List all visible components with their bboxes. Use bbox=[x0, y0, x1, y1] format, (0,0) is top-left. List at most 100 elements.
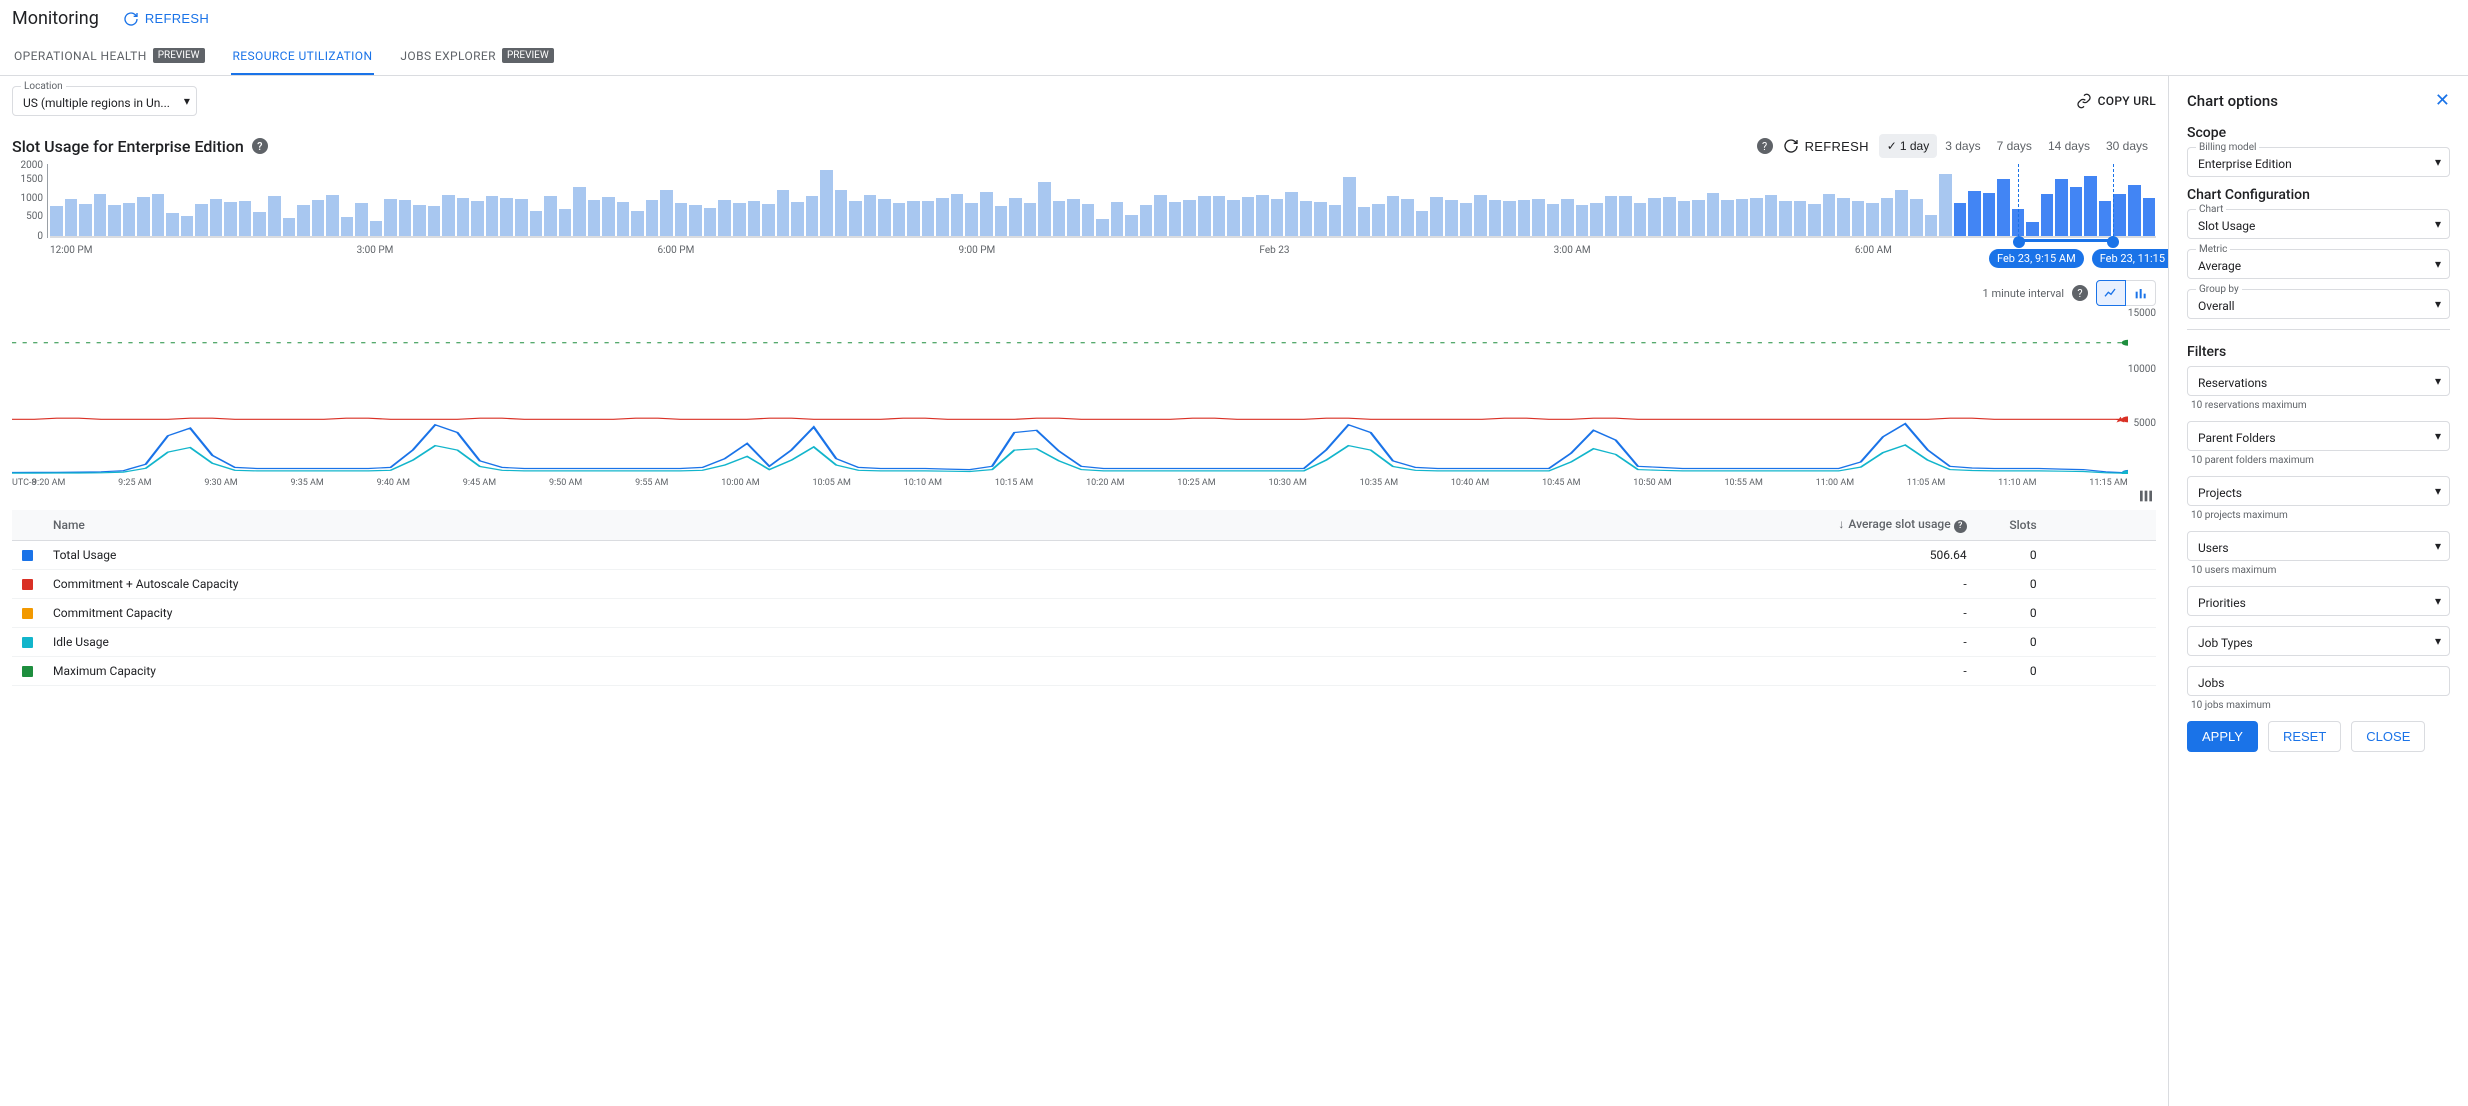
table-row[interactable]: Total Usage 506.64 0 bbox=[12, 540, 2156, 569]
overview-bar bbox=[1082, 204, 1095, 236]
overview-bar bbox=[1794, 201, 1807, 236]
col-avg[interactable]: ↓Average slot usage ? bbox=[1166, 510, 1976, 540]
overview-bar bbox=[239, 201, 252, 236]
overview-bar bbox=[79, 204, 92, 236]
billing-model-select[interactable]: Billing model Enterprise Edition ▾ bbox=[2187, 147, 2450, 177]
time-brush[interactable]: Feb 23, 9:15 AM Feb 23, 11:15 AM bbox=[2018, 164, 2114, 242]
overview-bar bbox=[253, 212, 266, 236]
overview-bar bbox=[428, 206, 441, 236]
parent-folders-filter[interactable]: Parent Folders▾ bbox=[2187, 421, 2450, 451]
chart-refresh-button[interactable]: REFRESH bbox=[1783, 138, 1869, 154]
overview-bar bbox=[181, 216, 194, 236]
priorities-filter[interactable]: Priorities▾ bbox=[2187, 586, 2450, 616]
line-chart-toggle[interactable] bbox=[2096, 280, 2126, 306]
overview-bar bbox=[1430, 197, 1443, 236]
overview-bar bbox=[326, 195, 339, 236]
overview-bar bbox=[1925, 215, 1938, 236]
overview-bar bbox=[1721, 200, 1734, 236]
metric-select[interactable]: Metric Average ▾ bbox=[2187, 249, 2450, 279]
overview-bar bbox=[1619, 196, 1632, 236]
table-row[interactable]: Commitment + Autoscale Capacity - 0 bbox=[12, 569, 2156, 598]
help-icon[interactable]: ? bbox=[1757, 138, 1773, 154]
help-icon[interactable]: ? bbox=[1954, 520, 1967, 533]
col-name[interactable]: Name bbox=[43, 510, 1166, 540]
overview-bar bbox=[1416, 211, 1429, 236]
time-range-group: ✓1 day 3 days 7 days 14 days 30 days bbox=[1879, 134, 2156, 158]
range-3days[interactable]: 3 days bbox=[1937, 134, 1988, 158]
jobs-filter[interactable]: Jobs bbox=[2187, 666, 2450, 696]
overview-bar bbox=[283, 218, 296, 236]
overview-bar bbox=[1939, 174, 1952, 236]
reset-button[interactable]: RESET bbox=[2268, 721, 2341, 752]
overview-bar bbox=[791, 202, 804, 236]
overview-bar bbox=[355, 203, 368, 236]
overview-bar bbox=[471, 201, 484, 236]
table-row[interactable]: Idle Usage - 0 bbox=[12, 627, 2156, 656]
overview-bar bbox=[1111, 202, 1124, 236]
overview-bar bbox=[559, 209, 572, 236]
overview-bar bbox=[878, 199, 891, 236]
overview-bar bbox=[108, 205, 121, 236]
chart-type-toggle bbox=[2096, 280, 2156, 306]
interval-label: 1 minute interval bbox=[1983, 287, 2064, 300]
col-slots[interactable]: Slots bbox=[1977, 510, 2047, 540]
tab-resource-utilization[interactable]: RESOURCE UTILIZATION bbox=[231, 39, 375, 75]
range-14days[interactable]: 14 days bbox=[2040, 134, 2098, 158]
chevron-down-icon: ▾ bbox=[2435, 539, 2441, 553]
copy-url-button[interactable]: COPY URL bbox=[2076, 93, 2156, 109]
tab-operational-health[interactable]: OPERATIONAL HEALTH PREVIEW bbox=[12, 38, 207, 75]
help-icon[interactable]: ? bbox=[252, 138, 268, 154]
overview-bar bbox=[980, 192, 993, 236]
table-row[interactable]: Commitment Capacity - 0 bbox=[12, 598, 2156, 627]
overview-bar bbox=[1024, 203, 1037, 236]
chevron-down-icon: ▾ bbox=[2435, 257, 2441, 271]
overview-bar bbox=[2113, 194, 2126, 236]
range-1day[interactable]: ✓1 day bbox=[1879, 134, 1937, 158]
overview-bar bbox=[123, 203, 136, 236]
overview-bar bbox=[1271, 199, 1284, 236]
overview-bar bbox=[675, 203, 688, 236]
overview-bar bbox=[195, 204, 208, 236]
overview-bar bbox=[849, 201, 862, 236]
svg-text:★: ★ bbox=[2113, 416, 2128, 425]
help-icon[interactable]: ? bbox=[2072, 285, 2088, 301]
overview-bar bbox=[1460, 203, 1473, 236]
overview-bar bbox=[965, 203, 978, 236]
overview-bar bbox=[1590, 203, 1603, 236]
detail-chart[interactable]: ★ 15000 10000 5000 UTC-8 9:20 AM9:25 AM9… bbox=[12, 310, 2156, 488]
overview-bar bbox=[1895, 190, 1908, 236]
refresh-button[interactable]: REFRESH bbox=[123, 11, 209, 27]
close-button[interactable]: CLOSE bbox=[2351, 721, 2425, 752]
detail-yaxis: 15000 10000 5000 bbox=[2128, 310, 2156, 474]
overview-bar bbox=[646, 200, 659, 236]
columns-icon[interactable] bbox=[2138, 488, 2154, 504]
overview-bar bbox=[1968, 191, 1981, 236]
jobtypes-filter[interactable]: Job Types▾ bbox=[2187, 626, 2450, 656]
overview-chart[interactable]: 0 500 1000 1500 2000 Feb 23, 9:15 AM Feb… bbox=[12, 164, 2156, 272]
overview-bar bbox=[1053, 201, 1066, 236]
preview-badge: PREVIEW bbox=[153, 48, 205, 63]
overview-bar bbox=[268, 196, 281, 236]
groupby-select[interactable]: Group by Overall ▾ bbox=[2187, 289, 2450, 319]
overview-bar bbox=[1213, 196, 1226, 236]
overview-bar bbox=[224, 202, 237, 236]
bar-chart-toggle[interactable] bbox=[2126, 280, 2156, 306]
range-7days[interactable]: 7 days bbox=[1989, 134, 2040, 158]
users-filter[interactable]: Users▾ bbox=[2187, 531, 2450, 561]
reservations-filter[interactable]: Reservations▾ bbox=[2187, 366, 2450, 396]
projects-filter[interactable]: Projects▾ bbox=[2187, 476, 2450, 506]
close-icon[interactable]: ✕ bbox=[2435, 90, 2450, 111]
overview-bar bbox=[1750, 198, 1763, 236]
range-30days[interactable]: 30 days bbox=[2098, 134, 2156, 158]
location-select[interactable]: Location US (multiple regions in Un... ▾ bbox=[12, 86, 197, 116]
overview-bar bbox=[530, 211, 543, 236]
tab-jobs-explorer[interactable]: JOBS EXPLORER PREVIEW bbox=[398, 38, 555, 75]
overview-bar bbox=[1866, 203, 1879, 236]
overview-bar bbox=[94, 194, 107, 236]
apply-button[interactable]: APPLY bbox=[2187, 721, 2258, 752]
overview-bar bbox=[1140, 205, 1153, 236]
table-row[interactable]: Maximum Capacity - 0 bbox=[12, 656, 2156, 685]
chart-select[interactable]: Chart Slot Usage ▾ bbox=[2187, 209, 2450, 239]
page-title: Monitoring bbox=[12, 8, 99, 29]
overview-bar bbox=[1997, 179, 2010, 236]
